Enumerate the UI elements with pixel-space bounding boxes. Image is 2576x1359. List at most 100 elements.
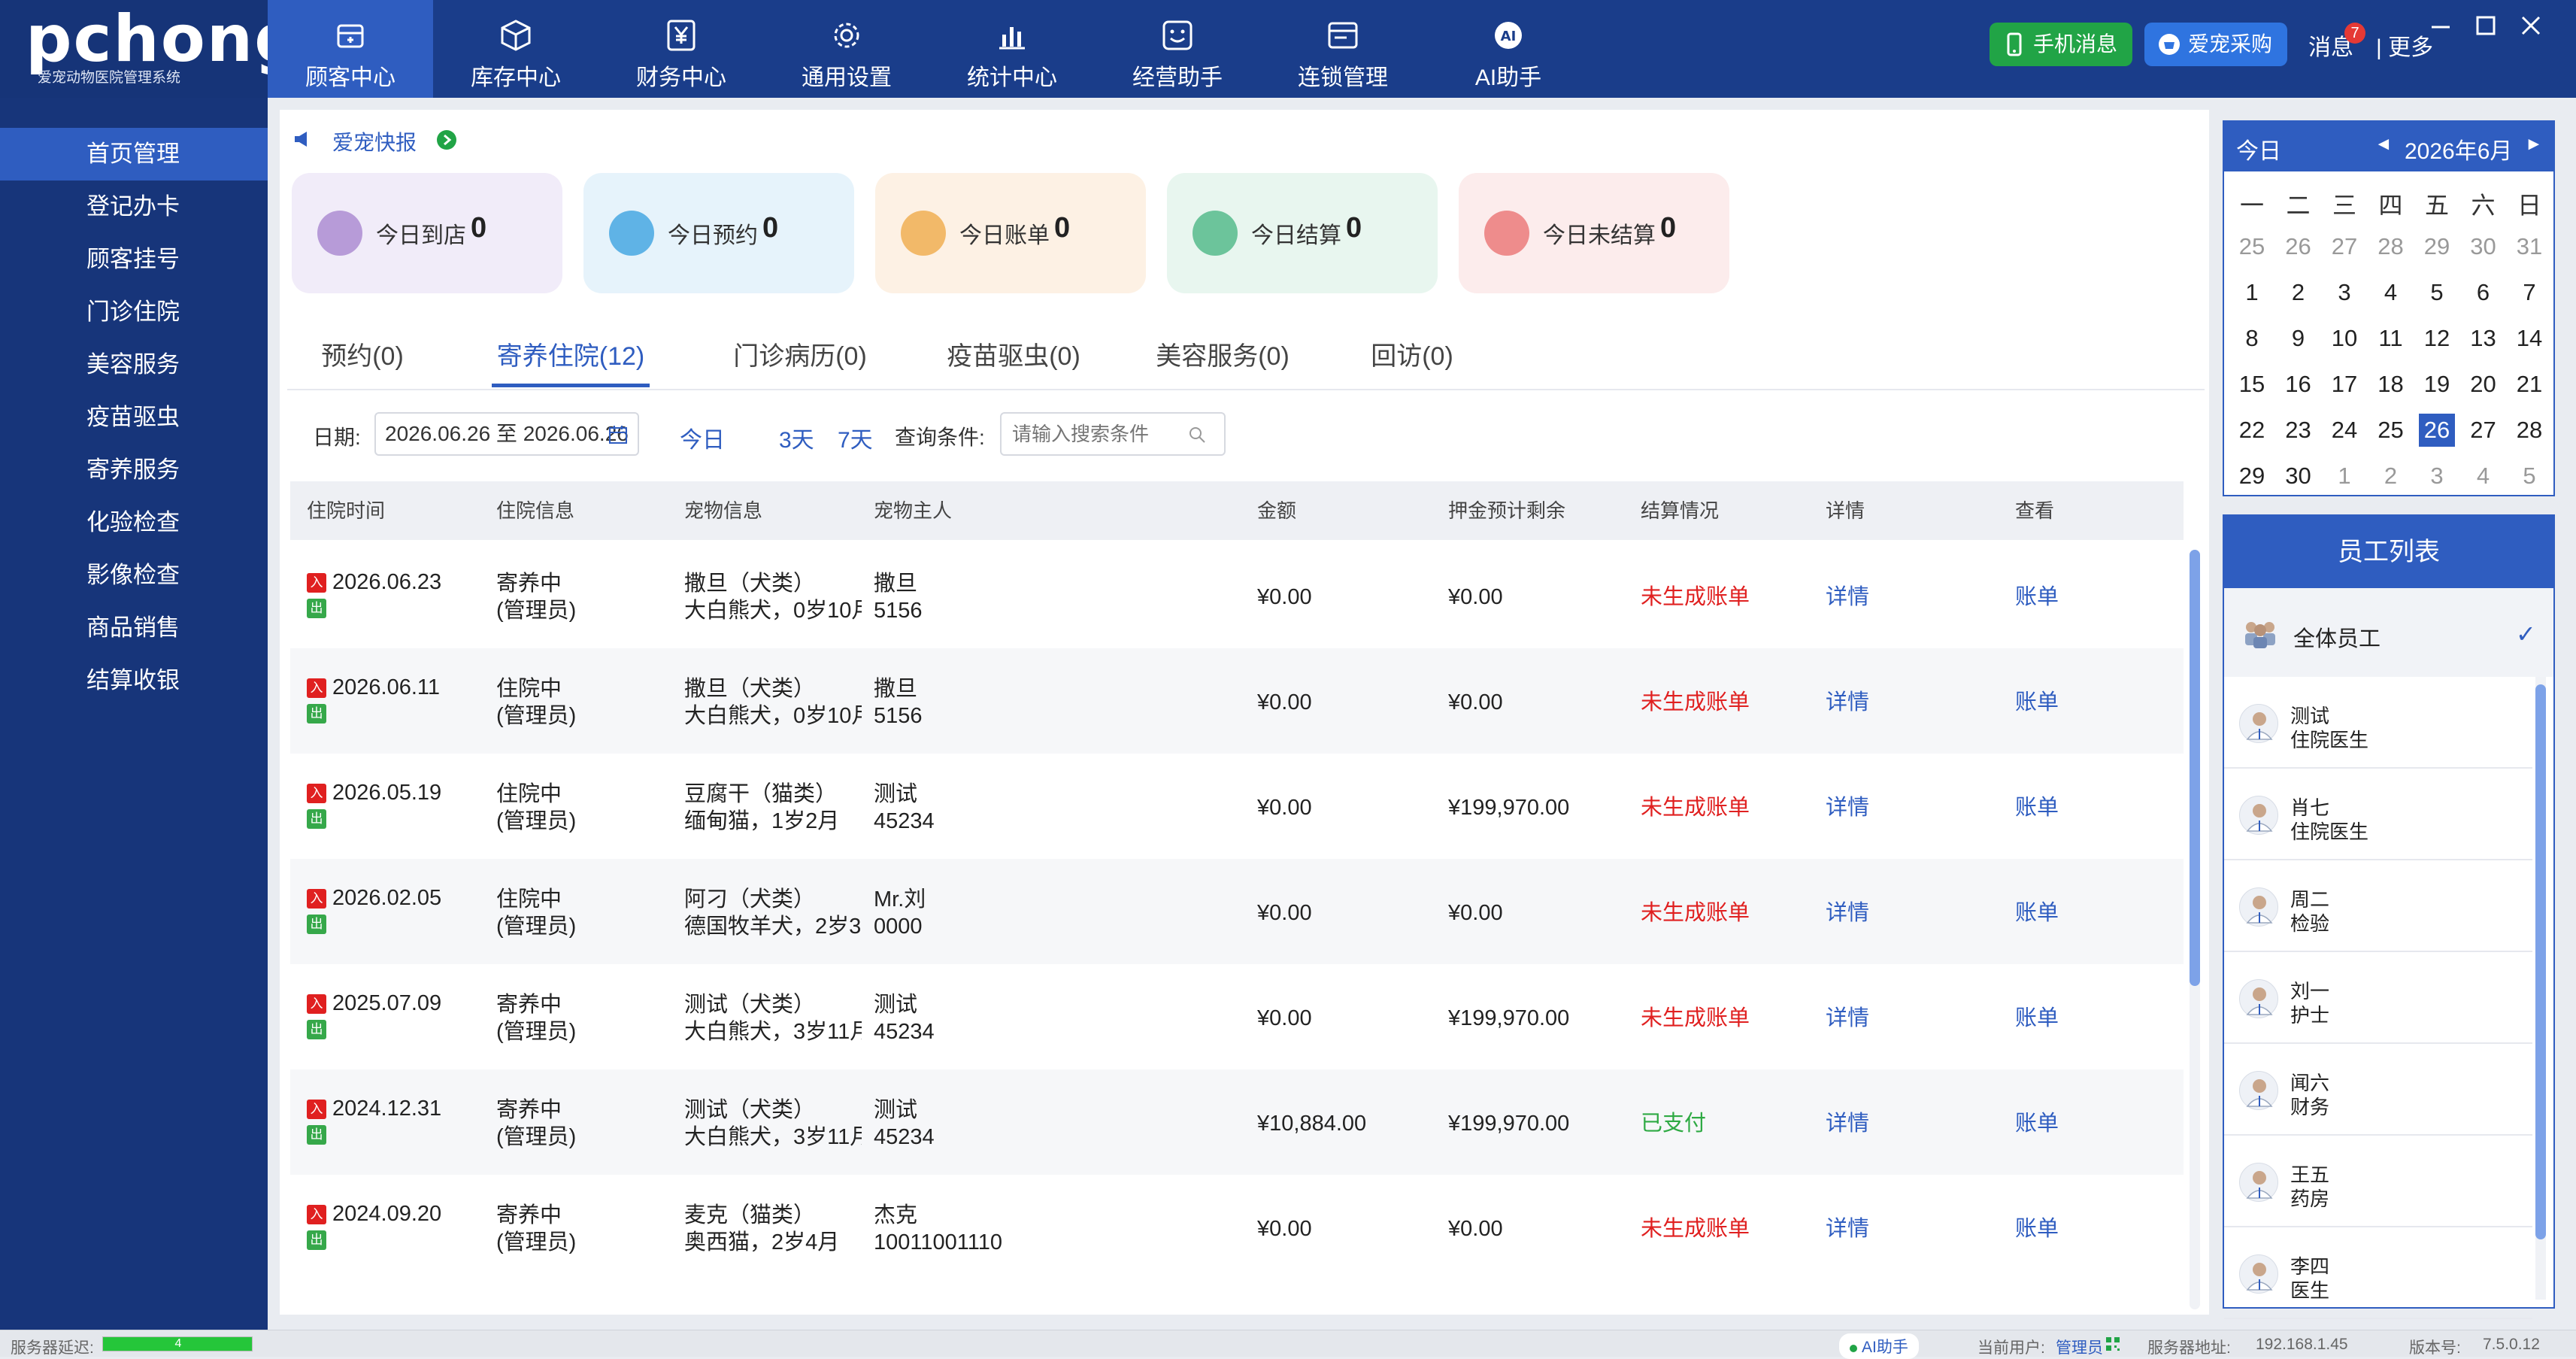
tab-1[interactable]: 寄养住院(12): [492, 335, 650, 381]
calendar-day[interactable]: 3: [2419, 460, 2455, 493]
nav-item-4[interactable]: 统计中心: [929, 0, 1095, 98]
detail-link[interactable]: 详情: [1826, 1110, 1869, 1137]
stat-card-1[interactable]: 今日预约 0: [583, 173, 854, 293]
nav-item-3[interactable]: 通用设置: [764, 0, 929, 98]
detail-link[interactable]: 详情: [1826, 1005, 1869, 1032]
bill-link[interactable]: 账单: [2015, 584, 2059, 611]
stat-card-3[interactable]: 今日结算 0: [1167, 173, 1438, 293]
calendar-day[interactable]: 24: [2326, 414, 2362, 447]
tab-5[interactable]: 回访(0): [1337, 335, 1487, 381]
calendar-day[interactable]: 28: [2511, 414, 2547, 447]
calendar-day[interactable]: 22: [2234, 414, 2270, 447]
calendar-day[interactable]: 11: [2373, 322, 2409, 355]
calendar-day[interactable]: 28: [2373, 230, 2409, 263]
sidebar-item-10[interactable]: 结算收银: [0, 654, 268, 707]
nav-item-0[interactable]: 顾客中心: [268, 0, 433, 98]
calendar-day[interactable]: 29: [2419, 230, 2455, 263]
phone-message-button[interactable]: 手机消息: [1990, 23, 2132, 66]
calendar-day[interactable]: 19: [2419, 368, 2455, 401]
bill-link[interactable]: 账单: [2015, 1215, 2059, 1242]
search-icon[interactable]: [1186, 424, 1208, 445]
discharge-badge[interactable]: 出: [307, 1125, 326, 1145]
staff-item[interactable]: 肖七 住院医生: [2224, 770, 2532, 860]
table-row[interactable]: 入出 2024.09.20 寄养中 (管理员) 麦克（猫类） 奥西猫，2岁4月 杰克 1001…: [290, 1175, 2184, 1280]
calendar-day[interactable]: 3: [2326, 276, 2362, 309]
calendar-day[interactable]: 4: [2373, 276, 2409, 309]
purchase-button[interactable]: 爱宠采购: [2144, 23, 2287, 66]
close-icon[interactable]: [2516, 11, 2546, 41]
table-row[interactable]: 入出 2026.02.05 住院中 (管理员) 阿刁（犬类） 德国牧羊犬，2岁3月 Mr.刘…: [290, 859, 2184, 964]
calendar-day[interactable]: 4: [2465, 460, 2502, 493]
table-scrollbar[interactable]: [2190, 550, 2200, 1309]
bill-link[interactable]: 账单: [2015, 1005, 2059, 1032]
table-row[interactable]: 入出 2026.06.23 寄养中 (管理员) 撒旦（犬类） 大白熊犬，0岁10月 撒旦 51…: [290, 543, 2184, 648]
calendar-day[interactable]: 9: [2281, 322, 2317, 355]
more-button[interactable]: | 更多: [2376, 29, 2433, 62]
calendar-day[interactable]: 15: [2234, 368, 2270, 401]
minimize-icon[interactable]: [2426, 11, 2456, 41]
calendar-day[interactable]: 23: [2281, 414, 2317, 447]
calendar-day[interactable]: 5: [2511, 460, 2547, 493]
calendar-day[interactable]: 10: [2326, 322, 2362, 355]
discharge-badge[interactable]: 出: [307, 915, 326, 934]
qr-code-icon[interactable]: [2105, 1336, 2120, 1351]
table-row[interactable]: 入出 2025.07.09 寄养中 (管理员) 测试（犬类） 大白熊犬，3岁11月 测试 45…: [290, 964, 2184, 1069]
nav-item-5[interactable]: 经营助手: [1095, 0, 1260, 98]
calendar-day[interactable]: 1: [2234, 276, 2270, 309]
stat-card-4[interactable]: 今日未结算 0: [1459, 173, 1729, 293]
sidebar-item-1[interactable]: 登记办卡: [0, 180, 268, 233]
calendar-icon[interactable]: [608, 424, 629, 445]
staff-item[interactable]: 李四 医生: [2224, 1229, 2532, 1319]
detail-link[interactable]: 详情: [1826, 899, 1869, 927]
staff-item-all[interactable]: 全体员工 ✓: [2224, 588, 2553, 677]
calendar-day[interactable]: 26: [2419, 414, 2455, 447]
tab-2[interactable]: 门诊病历(0): [711, 335, 889, 381]
calendar-day[interactable]: 2: [2281, 276, 2317, 309]
tab-0[interactable]: 预约(0): [295, 335, 430, 381]
staff-item[interactable]: 周二 检验: [2224, 862, 2532, 952]
calendar-day[interactable]: 30: [2465, 230, 2502, 263]
tab-3[interactable]: 疫苗驱虫(0): [925, 335, 1102, 381]
detail-link[interactable]: 详情: [1826, 584, 1869, 611]
bill-link[interactable]: 账单: [2015, 794, 2059, 821]
nav-item-1[interactable]: 库存中心: [433, 0, 599, 98]
seven-days-button[interactable]: 7天: [838, 421, 873, 454]
calendar-day[interactable]: 14: [2511, 322, 2547, 355]
bill-link[interactable]: 账单: [2015, 899, 2059, 927]
staff-item[interactable]: 闻六 财务: [2224, 1045, 2532, 1136]
calendar-day[interactable]: 2: [2373, 460, 2409, 493]
stat-card-0[interactable]: 今日到店 0: [292, 173, 562, 293]
calendar-day[interactable]: 27: [2326, 230, 2362, 263]
calendar-day[interactable]: 16: [2281, 368, 2317, 401]
calendar-day[interactable]: 27: [2465, 414, 2502, 447]
detail-link[interactable]: 详情: [1826, 689, 1869, 716]
calendar-day[interactable]: 25: [2373, 414, 2409, 447]
sidebar-item-9[interactable]: 商品销售: [0, 602, 268, 654]
bill-link[interactable]: 账单: [2015, 1110, 2059, 1137]
sidebar-item-2[interactable]: 顾客挂号: [0, 233, 268, 286]
stat-card-2[interactable]: 今日账单 0: [875, 173, 1146, 293]
calendar-day[interactable]: 25: [2234, 230, 2270, 263]
calendar-day[interactable]: 18: [2373, 368, 2409, 401]
table-row[interactable]: 入出 2024.12.31 寄养中 (管理员) 测试（犬类） 大白熊犬，3岁11月 测试 45…: [290, 1069, 2184, 1175]
staff-scrollbar[interactable]: [2535, 677, 2546, 1300]
maximize-icon[interactable]: [2471, 11, 2501, 41]
nav-item-7[interactable]: AI AI助手: [1426, 0, 1591, 98]
bill-link[interactable]: 账单: [2015, 689, 2059, 716]
tab-4[interactable]: 美容服务(0): [1134, 335, 1311, 381]
calendar-day[interactable]: 5: [2419, 276, 2455, 309]
table-row[interactable]: 入出 2026.06.11 住院中 (管理员) 撒旦（犬类） 大白熊犬，0岁10月 撒旦 51…: [290, 648, 2184, 754]
calendar-day[interactable]: 21: [2511, 368, 2547, 401]
sidebar-item-0[interactable]: 首页管理: [0, 128, 268, 180]
discharge-badge[interactable]: 出: [307, 704, 326, 723]
staff-item[interactable]: 测试 住院医生: [2224, 678, 2532, 769]
calendar-day[interactable]: 6: [2465, 276, 2502, 309]
sidebar-item-6[interactable]: 寄养服务: [0, 444, 268, 496]
discharge-badge[interactable]: 出: [307, 599, 326, 618]
calendar-day[interactable]: 8: [2234, 322, 2270, 355]
detail-link[interactable]: 详情: [1826, 794, 1869, 821]
calendar-next-month-icon[interactable]: ►: [2525, 134, 2543, 155]
ai-assistant-status[interactable]: AI助手: [1839, 1333, 1919, 1359]
staff-scrollbar-thumb[interactable]: [2535, 684, 2546, 1239]
today-button[interactable]: 今日: [680, 421, 725, 454]
